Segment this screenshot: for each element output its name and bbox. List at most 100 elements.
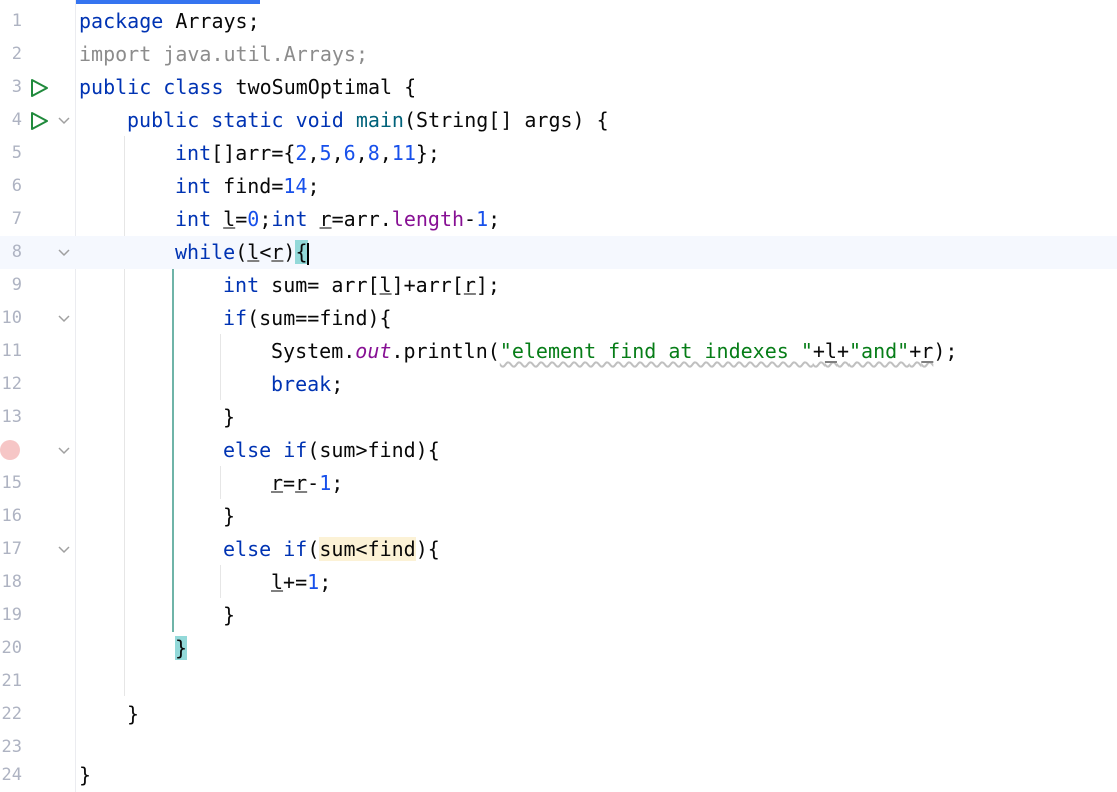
line-number: 17: [1, 539, 22, 559]
number-literal: 6: [343, 141, 356, 165]
code-text: (String[] args) {: [403, 108, 609, 132]
keyword: break: [271, 372, 332, 396]
code-text: };: [415, 141, 440, 165]
code-text: =: [235, 207, 248, 231]
line-number: 19: [1, 605, 22, 625]
run-icon[interactable]: [29, 78, 49, 98]
code-line-2[interactable]: 2 import java.util.Arrays;: [0, 38, 1117, 71]
field-name: length: [391, 207, 465, 231]
line-number: 22: [1, 704, 22, 724]
code-line-18[interactable]: 18 l+=1;: [0, 566, 1117, 599]
code-line-19[interactable]: 19 }: [0, 599, 1117, 632]
string-literal: "element find at indexes ": [499, 339, 813, 363]
code-line-8-current[interactable]: 8 while(l<r){: [0, 236, 1117, 269]
line-number: 18: [1, 572, 22, 592]
number-literal: 1: [476, 207, 489, 231]
variable: l: [247, 240, 260, 264]
keyword: if: [283, 537, 308, 561]
line-number: 20: [1, 638, 22, 658]
code-line-20[interactable]: 20 }: [0, 632, 1117, 665]
code-text: sum= arr[: [259, 273, 380, 297]
keyword: package: [79, 9, 164, 33]
code-line-12[interactable]: 12 break;: [0, 368, 1117, 401]
code-text: (: [307, 537, 320, 561]
run-icon[interactable]: [29, 111, 49, 131]
code-text: ;: [319, 570, 332, 594]
variable: r: [295, 471, 308, 495]
code-text: ){: [415, 537, 440, 561]
code-text: +: [812, 339, 825, 363]
line-number: 21: [1, 671, 22, 691]
line-number: 13: [1, 407, 22, 427]
code-line-21[interactable]: 21: [0, 665, 1117, 698]
keyword: int: [175, 141, 212, 165]
code-line-16[interactable]: 16 }: [0, 500, 1117, 533]
chevron-down-icon[interactable]: [58, 446, 70, 456]
code-line-22[interactable]: 22 }: [0, 698, 1117, 731]
code-text: );: [933, 339, 958, 363]
code-text: (sum==find){: [247, 306, 392, 330]
line-number: 9: [11, 275, 22, 295]
highlighted-condition: sum<find: [319, 537, 416, 561]
keyword: if: [283, 438, 308, 462]
code-line-13[interactable]: 13 }: [0, 401, 1117, 434]
code-text: ;: [488, 207, 501, 231]
code-text: (sum>find){: [307, 438, 440, 462]
code-text: ;: [331, 471, 344, 495]
chevron-down-icon[interactable]: [58, 545, 70, 555]
variable: r: [319, 207, 332, 231]
code-line-17[interactable]: 17 else if(sum<find){: [0, 533, 1117, 566]
code-text: +: [909, 339, 922, 363]
code-text: Arrays;: [163, 9, 260, 33]
keyword: while: [175, 240, 236, 264]
code-line-14[interactable]: else if(sum>find){: [0, 434, 1117, 467]
line-number: 16: [1, 506, 22, 526]
code-text: .println(: [391, 339, 500, 363]
code-line-11[interactable]: 11 System.out.println("element find at i…: [0, 335, 1117, 368]
keyword: else: [223, 438, 272, 462]
line-number: 12: [1, 374, 22, 394]
keyword: static: [211, 108, 284, 132]
line-number: 11: [1, 341, 22, 361]
line-number: 2: [11, 44, 22, 64]
keyword: void: [295, 108, 344, 132]
code-text: =: [283, 471, 296, 495]
code-text: find=: [211, 174, 284, 198]
code-line-1[interactable]: 1 package Arrays;: [0, 5, 1117, 38]
keyword: public: [127, 108, 200, 132]
number-literal: 2: [295, 141, 308, 165]
code-line-24[interactable]: 24 }: [0, 759, 1117, 792]
code-line-5[interactable]: 5 int[]arr={2,5,6,8,11};: [0, 137, 1117, 170]
number-literal: 14: [283, 174, 308, 198]
variable: r: [921, 339, 934, 363]
code-text: (: [235, 240, 248, 264]
code-text: =arr.: [331, 207, 392, 231]
code-line-4[interactable]: 4 public static void main(String[] args)…: [0, 104, 1117, 137]
code-text: }: [223, 405, 236, 429]
number-literal: 11: [391, 141, 416, 165]
variable: r: [271, 471, 284, 495]
line-number: 5: [11, 143, 22, 163]
line-number: 24: [1, 765, 22, 785]
chevron-down-icon[interactable]: [58, 314, 70, 324]
code-line-6[interactable]: 6 int find=14;: [0, 170, 1117, 203]
variable: r: [271, 240, 284, 264]
code-line-3[interactable]: 3 public class twoSumOptimal {: [0, 71, 1117, 104]
code-line-9[interactable]: 9 int sum= arr[l]+arr[r];: [0, 269, 1117, 302]
breakpoint-icon[interactable]: [0, 440, 20, 460]
keyword: int: [175, 174, 212, 198]
line-number: 7: [11, 209, 22, 229]
class-name: twoSumOptimal {: [223, 75, 417, 99]
matched-brace: }: [175, 636, 188, 660]
code-line-7[interactable]: 7 int l=0;int r=arr.length-1;: [0, 203, 1117, 236]
chevron-down-icon[interactable]: [58, 248, 70, 258]
code-text: ;: [331, 372, 344, 396]
line-number: 10: [1, 308, 22, 328]
code-line-10[interactable]: 10 if(sum==find){: [0, 302, 1117, 335]
code-text: -: [307, 471, 320, 495]
code-text: +: [836, 339, 850, 363]
chevron-down-icon[interactable]: [58, 116, 70, 126]
code-line-15[interactable]: 15 r=r-1;: [0, 467, 1117, 500]
code-text: System.: [271, 339, 356, 363]
static-field: out: [355, 339, 392, 363]
